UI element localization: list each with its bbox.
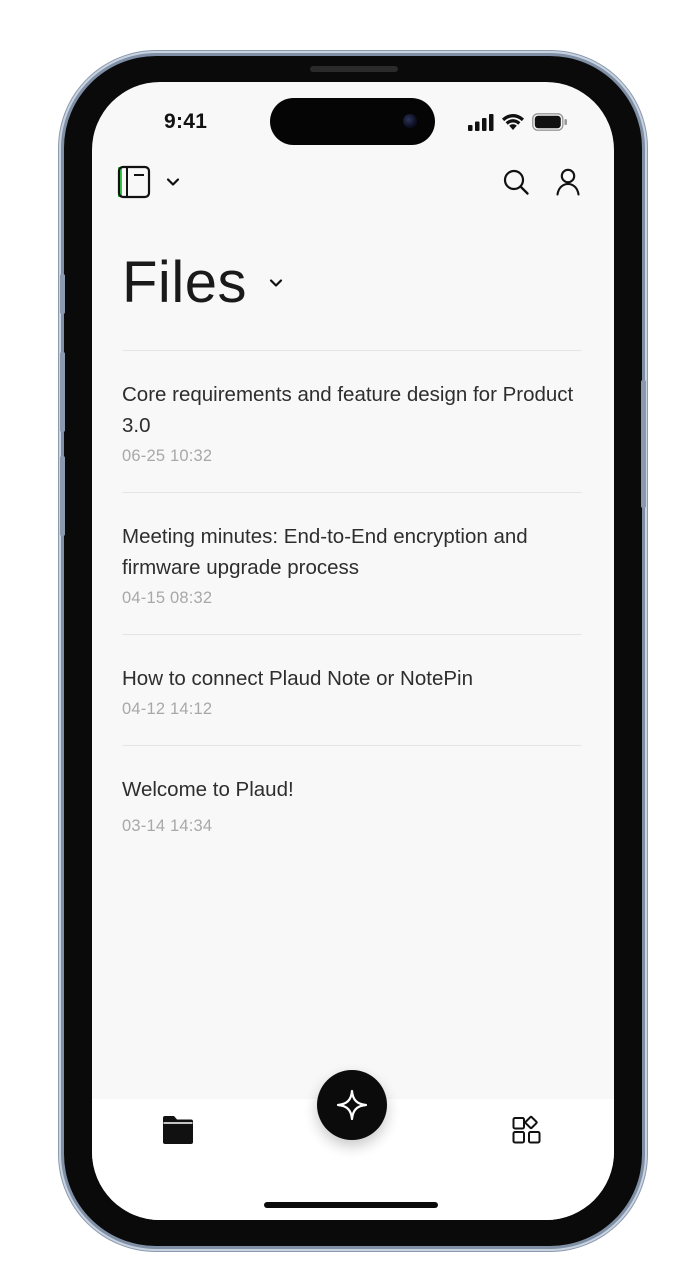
file-date: 04-12 14:12 bbox=[122, 700, 213, 718]
nav-files-tab[interactable] bbox=[162, 1115, 194, 1145]
add-sparkle-icon bbox=[336, 1089, 368, 1121]
file-date: 04-15 08:32 bbox=[122, 589, 213, 607]
profile-button[interactable] bbox=[556, 168, 580, 196]
action-button bbox=[60, 274, 65, 314]
apps-icon bbox=[512, 1115, 541, 1144]
folder-icon bbox=[163, 1116, 193, 1144]
add-recording-button[interactable] bbox=[317, 1070, 387, 1140]
device-icon bbox=[117, 165, 151, 199]
page-title: Files bbox=[122, 250, 247, 315]
search-icon bbox=[503, 169, 529, 195]
home-indicator[interactable] bbox=[264, 1202, 438, 1208]
volume-up-button bbox=[60, 352, 65, 432]
file-list-item[interactable]: Welcome to Plaud! 03-14 14:34 bbox=[122, 745, 582, 862]
chevron-down-icon bbox=[269, 279, 283, 287]
dynamic-island bbox=[270, 98, 435, 145]
file-list-item[interactable]: Meeting minutes: End-to-End encryption a… bbox=[122, 492, 582, 634]
battery-icon bbox=[532, 113, 567, 131]
file-date: 03-14 14:34 bbox=[122, 817, 213, 835]
app-header bbox=[92, 160, 614, 204]
file-date: 06-25 10:32 bbox=[122, 447, 213, 465]
profile-icon bbox=[556, 168, 580, 196]
earpiece-speaker bbox=[310, 66, 398, 72]
status-bar: 9:41 bbox=[92, 82, 614, 152]
front-camera-icon bbox=[403, 114, 417, 128]
file-list-item[interactable]: How to connect Plaud Note or NotePin 04-… bbox=[122, 634, 582, 745]
chevron-down-icon bbox=[166, 178, 180, 186]
header-actions bbox=[502, 160, 580, 204]
file-list-item[interactable]: Core requirements and feature design for… bbox=[122, 350, 582, 492]
volume-down-button bbox=[60, 456, 65, 536]
file-title: Meeting minutes: End-to-End encryption a… bbox=[122, 525, 528, 579]
app-screen: 9:41 Files Core requirements and feature… bbox=[92, 82, 614, 1220]
file-title: Core requirements and feature design for… bbox=[122, 383, 574, 437]
nav-apps-tab[interactable] bbox=[512, 1115, 542, 1145]
wifi-icon bbox=[502, 114, 524, 130]
status-icons bbox=[468, 113, 568, 131]
status-time: 9:41 bbox=[164, 110, 208, 133]
search-button[interactable] bbox=[502, 168, 530, 196]
device-selector[interactable] bbox=[116, 160, 180, 204]
file-title: Welcome to Plaud! bbox=[122, 778, 294, 801]
signal-icon bbox=[468, 113, 494, 131]
file-list: Core requirements and feature design for… bbox=[122, 350, 582, 862]
power-button bbox=[641, 380, 646, 508]
file-title: How to connect Plaud Note or NotePin bbox=[122, 667, 473, 690]
files-title-dropdown[interactable]: Files bbox=[122, 250, 283, 316]
